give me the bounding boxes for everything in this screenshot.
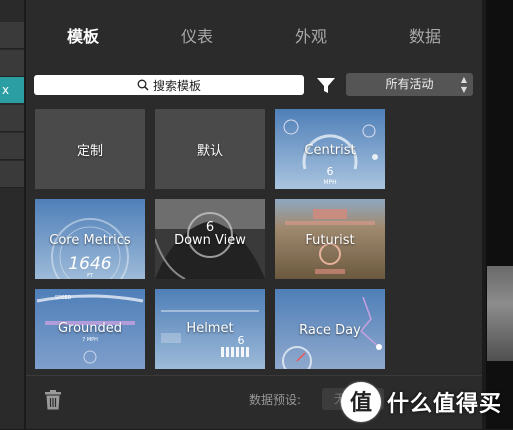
left-strip-row[interactable]: [0, 50, 24, 77]
left-app-strip: x: [0, 0, 24, 429]
activity-filter-value: 所有活动: [385, 77, 434, 91]
template-label: Race Day: [299, 323, 361, 338]
template-card-race-day[interactable]: Race Day: [275, 289, 385, 369]
template-label: 默认: [196, 143, 223, 159]
svg-text:值: 值: [350, 390, 372, 416]
left-strip-selected-item[interactable]: x: [0, 77, 24, 103]
tab-appearance[interactable]: 外观: [254, 14, 368, 60]
activity-filter-select[interactable]: 所有活动 ▲ ▼: [346, 73, 473, 96]
tab-templates[interactable]: 模板: [26, 14, 140, 60]
left-strip-row[interactable]: [0, 105, 24, 132]
search-input[interactable]: 搜索模板: [34, 75, 304, 95]
smzdm-logo: 值: [341, 382, 381, 422]
template-card-custom[interactable]: 定制: [35, 109, 145, 189]
trash-icon[interactable]: [44, 390, 62, 410]
template-card-centrist[interactable]: 6 MPH Centrist: [275, 109, 385, 189]
template-card-core-metrics[interactable]: 1646 FT Core Metrics: [35, 199, 145, 279]
template-label: 定制: [76, 143, 103, 159]
template-label: Centrist: [304, 143, 356, 158]
template-label: Core Metrics: [49, 233, 131, 248]
tab-gauges[interactable]: 仪表: [140, 14, 254, 60]
watermark: 值 什么值得买: [341, 380, 513, 424]
select-arrows-icon: ▲ ▼: [460, 75, 467, 94]
template-card-default[interactable]: 默认: [155, 109, 265, 189]
tab-data[interactable]: 数据: [368, 14, 482, 60]
search-placeholder: 搜索模板: [152, 78, 201, 93]
template-label: Futurist: [305, 233, 355, 248]
left-strip-row[interactable]: [0, 133, 24, 160]
right-app-strip: [486, 0, 513, 429]
video-preview-edge: [487, 266, 513, 361]
template-card-helmet[interactable]: 6 Helmet: [155, 289, 265, 369]
left-strip-row[interactable]: [0, 161, 24, 188]
template-label: Helmet: [186, 321, 234, 336]
template-label: Grounded: [57, 321, 123, 336]
filter-icon[interactable]: [315, 74, 337, 96]
search-icon: [137, 79, 149, 91]
template-card-futurist[interactable]: Futurist: [275, 199, 385, 279]
templates-panel: 模板 仪表 外观 数据 搜索模板 所有活动 ▲ ▼ 定制 默认 6 MPH Ce…: [26, 0, 482, 429]
template-card-down-view[interactable]: 6 Down View: [155, 199, 265, 279]
watermark-text: 什么值得买: [387, 392, 503, 417]
tab-bar: 模板 仪表 外观 数据: [26, 14, 482, 60]
data-preset-label: 数据预设:: [249, 393, 302, 407]
template-label: Down View: [174, 233, 246, 248]
template-card-grounded[interactable]: SPEED 7 MPH Grounded: [35, 289, 145, 369]
left-strip-row[interactable]: [0, 22, 24, 49]
